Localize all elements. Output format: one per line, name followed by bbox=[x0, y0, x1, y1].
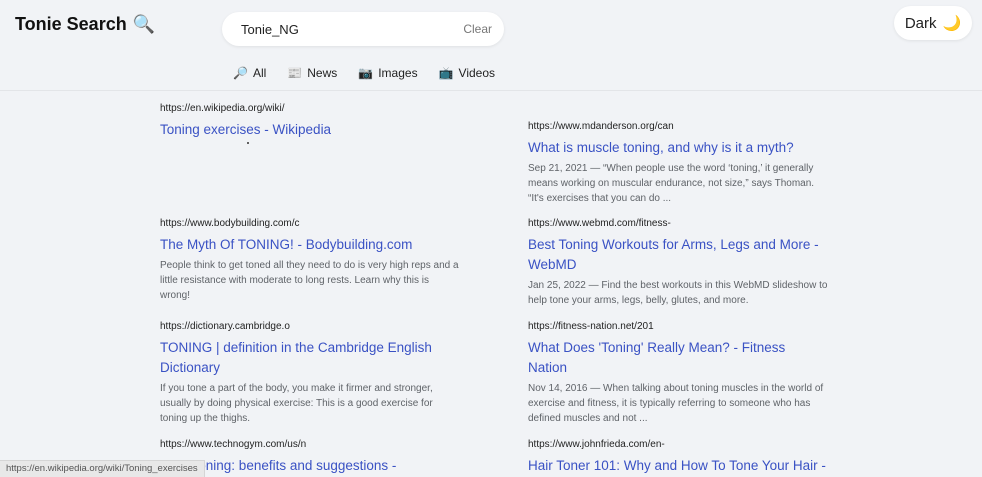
result-title-link[interactable]: Body toning: benefits and suggestions - bbox=[160, 456, 460, 476]
camera-icon: 📷 bbox=[358, 66, 374, 80]
result-url: https://www.mdanderson.org/can bbox=[528, 121, 674, 132]
result-title-link[interactable]: The Myth Of TONING! - Bodybuilding.com bbox=[160, 235, 460, 255]
result-url: https://www.technogym.com/us/n bbox=[160, 439, 307, 450]
result-title-link[interactable]: TONING | definition in the Cambridge Eng… bbox=[160, 338, 460, 378]
app-title-text: Tonie Search bbox=[15, 14, 127, 34]
result-item: https://en.wikipedia.org/wiki/ Toning ex… bbox=[160, 103, 460, 140]
top-bar: Tonie Search 🔍 Clear Dark 🌙 🔎 All 📰 News… bbox=[0, 0, 982, 91]
result-item: https://www.bodybuilding.com/c The Myth … bbox=[160, 218, 460, 303]
crescent-moon-icon: 🌙 bbox=[942, 15, 962, 32]
result-title-link[interactable]: What Does 'Toning' Really Mean? - Fitnes… bbox=[528, 338, 828, 378]
result-item: https://www.technogym.com/us/n Body toni… bbox=[160, 439, 460, 476]
result-title-link[interactable]: Best Toning Workouts for Arms, Legs and … bbox=[528, 235, 828, 275]
result-title-link[interactable]: What is muscle toning, and why is it a m… bbox=[528, 138, 828, 158]
browser-status-bar: https://en.wikipedia.org/wiki/Toning_exe… bbox=[0, 460, 205, 477]
tv-icon: 📺 bbox=[438, 66, 454, 80]
tab-label: All bbox=[252, 66, 267, 80]
result-item: https://www.johnfrieda.com/en- Hair Tone… bbox=[528, 439, 828, 476]
result-snippet: Sep 21, 2021 — “When people use the word… bbox=[528, 163, 815, 204]
tab-all[interactable]: 🔎 All bbox=[233, 66, 266, 80]
tab-label: Images bbox=[378, 66, 418, 80]
result-url: https://www.johnfrieda.com/en- bbox=[528, 439, 665, 450]
result-snippet: People think to get toned all they need … bbox=[160, 260, 459, 301]
result-item: https://dictionary.cambridge.o TONING | … bbox=[160, 321, 460, 426]
tab-images[interactable]: 📷 Images bbox=[358, 66, 417, 80]
result-title-link[interactable]: Hair Toner 101: Why and How To Tone Your… bbox=[528, 456, 828, 476]
tab-label: News bbox=[307, 66, 338, 80]
dark-mode-label: Dark bbox=[904, 14, 937, 32]
result-url: https://www.bodybuilding.com/c bbox=[160, 218, 300, 229]
result-title-link[interactable]: Toning exercises - Wikipedia bbox=[160, 120, 460, 140]
search-tabs: 🔎 All 📰 News 📷 Images 📺 Videos bbox=[233, 66, 516, 80]
search-input[interactable] bbox=[239, 20, 453, 38]
result-snippet: If you tone a part of the body, you make… bbox=[160, 383, 433, 424]
clear-button[interactable]: Clear bbox=[463, 22, 492, 36]
result-snippet: Jan 25, 2022 — Find the best workouts in… bbox=[528, 280, 828, 306]
result-url: https://fitness-nation.net/201 bbox=[528, 321, 654, 332]
result-url: https://dictionary.cambridge.o bbox=[160, 321, 290, 332]
search-box: Clear bbox=[222, 12, 504, 46]
result-item: https://fitness-nation.net/201 What Does… bbox=[528, 321, 828, 426]
tab-videos[interactable]: 📺 Videos bbox=[439, 66, 495, 80]
result-url: https://en.wikipedia.org/wiki/ bbox=[160, 103, 285, 114]
magnifier-icon: 🔍 bbox=[132, 14, 156, 34]
stray-dot bbox=[247, 142, 249, 144]
result-snippet: Nov 14, 2016 — When talking about toning… bbox=[528, 383, 824, 424]
app-title[interactable]: Tonie Search 🔍 bbox=[15, 14, 155, 35]
result-item: https://www.mdanderson.org/can What is m… bbox=[528, 121, 828, 206]
news-icon: 📰 bbox=[287, 66, 303, 80]
magnifier-icon: 🔎 bbox=[233, 66, 248, 80]
tab-news[interactable]: 📰 News bbox=[287, 66, 337, 80]
dark-mode-toggle[interactable]: Dark 🌙 bbox=[894, 6, 972, 40]
result-url: https://www.webmd.com/fitness- bbox=[528, 218, 671, 229]
result-item: https://www.webmd.com/fitness- Best Toni… bbox=[528, 218, 828, 308]
tab-label: Videos bbox=[458, 66, 496, 80]
